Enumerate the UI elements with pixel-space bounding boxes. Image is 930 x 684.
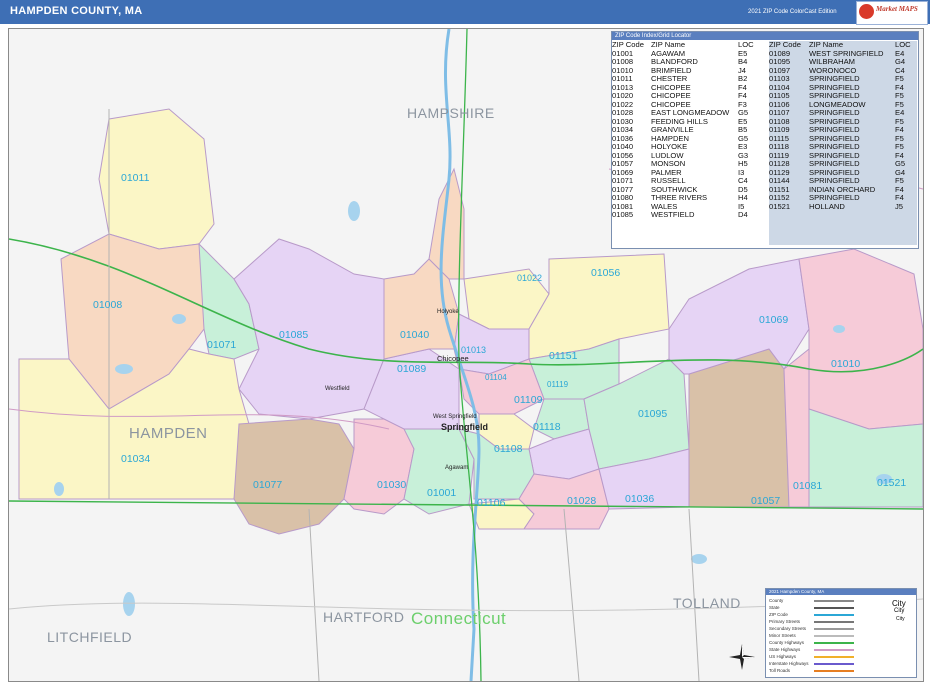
zip-label: 01109	[514, 394, 543, 406]
map-legend: 2021 Hampden County, MA County State ZIP C…	[765, 588, 917, 678]
legend-row-label: State	[769, 605, 780, 610]
map-title: HAMPDEN COUNTY, MA	[10, 5, 143, 17]
zip-label: 01040	[400, 329, 430, 341]
zip-label: 01010	[831, 358, 861, 370]
zip-area-01010	[798, 248, 923, 430]
city-label-chicopee: Chicopee	[437, 354, 469, 363]
zip-label: 01104	[485, 373, 507, 382]
region-hartford: HARTFORD	[323, 609, 405, 625]
index-name-cell: WESTFIELD	[651, 210, 695, 219]
zip-index-table: ZIP Code Index/Grid Locator ZIP Code 010…	[611, 31, 919, 249]
index-zip-cell: 01521	[769, 201, 791, 211]
legend-row-label: Primary Streets	[769, 619, 801, 624]
zip-label: 01095	[638, 408, 668, 420]
zip-area-01030	[343, 418, 415, 515]
legend-line-swatch	[814, 656, 854, 658]
zip-label: 01057	[751, 495, 781, 507]
legend-line-swatch	[814, 628, 854, 630]
zip-label: 01085	[279, 329, 309, 341]
index-column-zip-right: ZIP Code 01089 01095 01097 01103 01104 01105 0…	[769, 40, 809, 245]
legend-title: 2021 Hampden County, MA	[766, 589, 916, 595]
legend-city-large: City	[892, 599, 906, 608]
index-title: ZIP Code Index/Grid Locator	[612, 32, 918, 40]
legend-line-swatch	[814, 600, 854, 602]
legend-row-label: State Highways	[769, 647, 801, 652]
index-loc-cell: J5	[895, 201, 904, 211]
zip-label: 01081	[793, 480, 823, 492]
city-label-westfield: Westfield	[325, 386, 350, 392]
zip-label: 01011	[121, 172, 150, 184]
zip-label: 01022	[517, 273, 543, 283]
globe-icon	[859, 4, 874, 19]
zip-label: 01151	[549, 350, 578, 362]
zip-label: 01077	[253, 479, 283, 491]
index-column-loc-left: LOC E5 B4 J4 B2 F4 F4 F3 G5 E5 B5 G5 E3 G3 H5 I3 C4 D5 H4…	[738, 40, 768, 220]
zip-label: 01008	[93, 299, 123, 311]
zip-label: 01069	[759, 314, 789, 326]
zip-area-01057	[688, 348, 790, 508]
index-column-name-left: ZIP Name AGAWAM BLANDFORD BRIMFIELD CHESTER…	[651, 40, 737, 220]
legend-line-swatch	[814, 642, 854, 644]
index-loc-cell: D4	[738, 210, 748, 219]
legend-row-label: Interstate Highways	[769, 661, 809, 666]
region-litchfield: LITCHFIELD	[47, 629, 133, 645]
zip-label: 01030	[377, 479, 407, 491]
index-column-loc-right: LOC E4 G4 C4 F5 F4 F5 F5 E4 F5 F4 F5 F5 F4 G5 G4 F5 F4 F4…	[895, 40, 917, 245]
zip-label: 01071	[207, 339, 237, 351]
legend-row-label: Toll Roads	[769, 668, 791, 673]
region-hampshire: HAMPSHIRE	[407, 105, 495, 121]
legend-city-medium: City	[894, 608, 905, 614]
zip-label: 01034	[121, 453, 151, 465]
city-label-west-springfield: West Springfield	[433, 414, 477, 420]
city-label-springfield: Springfield	[441, 422, 488, 432]
legend-line-swatch	[814, 663, 854, 665]
region-tolland: TOLLAND	[673, 595, 741, 611]
region-hampden: HAMPDEN	[129, 425, 208, 442]
zip-label: 01056	[591, 267, 621, 279]
legend-line-swatch	[814, 621, 854, 623]
index-column-name-right: ZIP Name WEST SPRINGFIELD WILBRAHAM WORONO…	[809, 40, 895, 245]
index-name-cell: HOLLAND	[809, 201, 845, 211]
legend-line-swatch	[814, 670, 854, 672]
zip-label: 01028	[567, 495, 597, 507]
legend-row-label: ZIP Code	[769, 612, 788, 617]
city-label-agawam: Agawam	[445, 465, 469, 471]
index-column-zip-left: ZIP Code 01001 01008 01010 01011 01013 01020 0…	[612, 40, 650, 220]
city-label-holyoke: Holyoke	[437, 309, 459, 315]
header-bar: HAMPDEN COUNTY, MA 2021 ZIP Code ColorCa…	[0, 0, 930, 25]
legend-row-label: Secondary Streets	[769, 626, 807, 631]
legend-row-label: County	[769, 598, 784, 603]
legend-row-label: County Highways	[769, 640, 805, 645]
zip-label: 01106	[477, 497, 506, 509]
zip-label: 01521	[877, 477, 907, 489]
zip-label: 01118	[533, 421, 561, 433]
zip-label: 01036	[625, 493, 655, 505]
legend-line-swatch	[814, 614, 854, 616]
publisher-logo: Market MAPS	[856, 1, 928, 25]
compass-rose-icon	[729, 644, 755, 670]
legend-line-swatch	[814, 649, 854, 651]
legend-row-label: Minor Streets	[769, 633, 796, 638]
zip-label: 01001	[427, 487, 457, 499]
legend-line-swatch	[814, 607, 854, 609]
edition-label: 2021 ZIP Code ColorCast Edition	[748, 9, 837, 15]
legend-city-small: City	[896, 616, 905, 622]
zip-label: 01108	[494, 443, 523, 455]
zip-label: 01119	[547, 380, 569, 389]
index-zip-cell: 01085	[612, 210, 634, 219]
zip-label: 01089	[397, 363, 427, 375]
zip-area-01001	[403, 428, 475, 515]
legend-row-label: US Highways	[769, 654, 797, 659]
region-connecticut: Connecticut	[411, 609, 507, 628]
legend-line-swatch	[814, 635, 854, 637]
logo-text: Market MAPS	[876, 5, 918, 13]
